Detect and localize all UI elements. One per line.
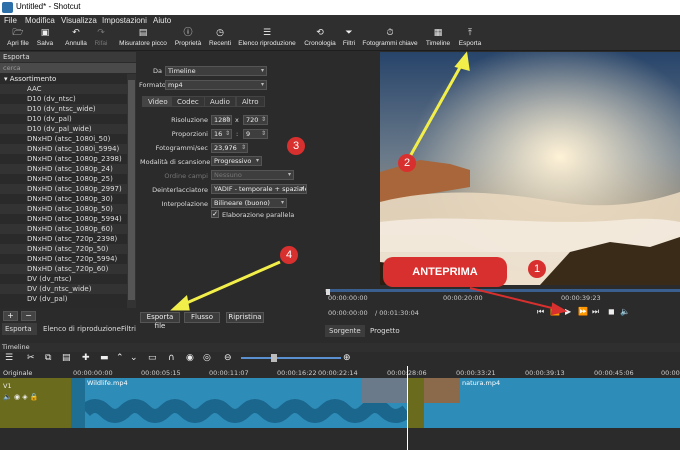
- preview-callout: ANTEPRIMA: [383, 257, 507, 287]
- arrowhead-icon: [550, 302, 568, 316]
- arrow-to-play: [469, 287, 557, 310]
- arrow-to-export-file: [181, 260, 281, 307]
- badge-1: 1: [528, 260, 546, 278]
- arrowhead-icon: [454, 51, 470, 72]
- badge-2: 2: [398, 154, 416, 172]
- arrow-to-export: [406, 61, 465, 161]
- annotation-arrows: [170, 51, 568, 316]
- badge-4: 4: [280, 246, 298, 264]
- arrowhead-icon: [170, 295, 190, 311]
- badge-3: 3: [287, 137, 305, 155]
